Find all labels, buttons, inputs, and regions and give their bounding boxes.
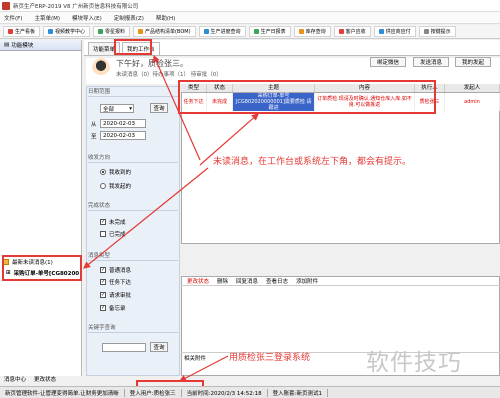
checkbox-task[interactable]: ✓ 任务下达 [100,278,131,286]
radio-dot [100,169,106,175]
highlight-message-row [178,80,436,114]
greeting-counts: 未读消息（0）待办事项（1） 待审批（0） [116,72,222,78]
detail-toolbar: 更改状态 删除 回复消息 查看日志 添加附件 [181,276,500,286]
checkbox-checked: ✓ [100,267,106,273]
toolbar-button-progress[interactable]: 生产进度查询 [198,26,246,37]
checkbox-approval[interactable]: ✓ 请求审批 [100,291,131,299]
detail-view-log[interactable]: 查看日志 [266,277,288,285]
message-center-link[interactable]: 消息中心 [4,375,26,383]
dashboard-icon [8,29,13,34]
menu-file[interactable]: 文件(F) [4,14,22,22]
menu-reports[interactable]: 定制报表(Z) [114,14,144,22]
query-button-bottom[interactable]: 查询 [150,342,168,352]
left-pane-footer: 消息中心 更改状态 [0,374,82,384]
menu-main[interactable]: 主菜单(M) [34,14,60,22]
detail-change-status[interactable]: 更改状态 [187,277,209,285]
detail-delete[interactable]: 删除 [217,277,228,285]
payable-icon [378,29,384,34]
report-icon [253,29,259,34]
left-pane-header: ▤ 功能模块 [0,40,81,51]
checkbox-memo[interactable]: ✓ 备忘录 [100,304,126,312]
toolbar-button-daily-report[interactable]: 生产日报表 [248,26,291,37]
status-time: 当前时间:2020/2/3 14:52:18 [182,388,268,397]
checkbox-checked: ✓ [100,292,106,298]
checkbox-checked: ✓ [100,305,106,311]
menu-bar: 文件(F) 主菜单(M) 模块导入(E) 定制报表(Z) 帮助(H) [0,12,500,24]
radio-dot [100,183,106,189]
change-status-link[interactable]: 更改状态 [34,375,56,383]
checkbox-undone[interactable]: ✓ 未完成 [100,218,126,226]
annotation-unread: 未读消息，在工作台或系统左下角，都会有提示。 [213,157,412,167]
inventory-icon [298,29,304,34]
window-title: 新页生产ERP-2019 V8 广州新页信息科技有限公司 [13,3,139,10]
module-icon: ▤ [4,42,10,48]
video-icon [48,29,54,34]
toolbar-button-dashboard[interactable]: 生产看板 [3,26,41,37]
menu-import[interactable]: 模块导入(E) [72,14,102,22]
menu-help[interactable]: 帮助(H) [156,14,175,22]
toolbar-button-materials[interactable]: 零星报料 [93,26,131,37]
status-bar: 新页管理软件-让管理变得简单.让财务更加清晰 登入用户:质检张三 当前时间:20… [0,386,500,398]
status-user: 登入用户:质检张三 [125,388,182,397]
checkbox-done[interactable]: 已完成 [100,230,126,238]
message-type-title: 消息类型 [88,251,178,261]
from-date-input[interactable]: 2020-02-03 [100,119,146,128]
send-message-button[interactable]: 发送消息 [413,57,449,67]
checkbox-checked: ✓ [100,279,106,285]
materials-icon [98,29,104,34]
app-logo-icon [2,1,10,10]
checkbox-normal[interactable]: ✓ 普通消息 [100,266,131,274]
receivable-icon [338,29,344,34]
detail-reply[interactable]: 回复消息 [236,277,258,285]
keyword-title: 关键字查询 [88,323,178,333]
toolbar-button-payable[interactable]: 供应商应付 [373,26,416,37]
checkbox [100,231,106,237]
bind-wechat-button[interactable]: 绑定微信 [370,57,406,67]
annotation-login: 用质检张三登录系统 [229,353,311,363]
query-button-top[interactable]: 查询 [150,103,168,113]
toolbar-button-hints[interactable]: 按键提示 [418,26,456,37]
to-label: 至 [91,134,97,140]
chevron-down-icon: ▾ [129,105,132,112]
avatar [92,58,110,80]
bom-icon [138,29,144,34]
detail-add-attachment[interactable]: 添加附件 [296,277,318,285]
watermark: 软件技巧 [366,350,462,376]
my-initiated-button[interactable]: 我的发起 [455,57,491,67]
cell-initiator: admin [445,93,500,111]
status-slogan: 新页管理软件-让管理变得简单.让财务更加清晰 [0,388,125,397]
toolbar-button-inventory[interactable]: 库存查询 [293,26,331,37]
range-select[interactable]: 全部 ▾ [100,104,134,113]
date-range-title: 日期范围 [88,87,178,97]
left-pane: ▤ 功能模块 [0,40,82,376]
progress-icon [203,29,209,34]
toolbar-button-receivable[interactable]: 客户应收 [333,26,371,37]
highlight-workbench-tab [114,39,152,55]
toolbar-button-video[interactable]: 视频教学中心 [43,26,91,37]
checkbox-checked: ✓ [100,219,106,225]
status-account: 登入账套:新页测试1 [268,388,328,397]
radio-received[interactable]: 我收到的 [100,168,131,176]
toolbar-button-bom[interactable]: 产品结构清单(BOM) [133,26,196,37]
from-label: 从 [91,122,97,128]
title-bar: 新页生产ERP-2019 V8 广州新页信息科技有限公司 [0,0,500,12]
toolbar: 生产看板 视频教学中心 零星报料 产品结构清单(BOM) 生产进度查询 生产日报… [0,25,500,39]
keyword-input[interactable] [102,343,146,352]
greeting-title: 下午好，质检张三。 [116,59,188,68]
direction-title: 收发方向 [88,153,178,163]
highlight-notification [2,255,82,281]
to-date-input[interactable]: 2020-02-03 [100,131,146,140]
done-status-title: 完成状态 [88,201,178,211]
hint-icon [423,29,429,34]
col-initiator[interactable]: 发起人 [445,84,500,92]
radio-sent[interactable]: 我发起的 [100,182,131,190]
